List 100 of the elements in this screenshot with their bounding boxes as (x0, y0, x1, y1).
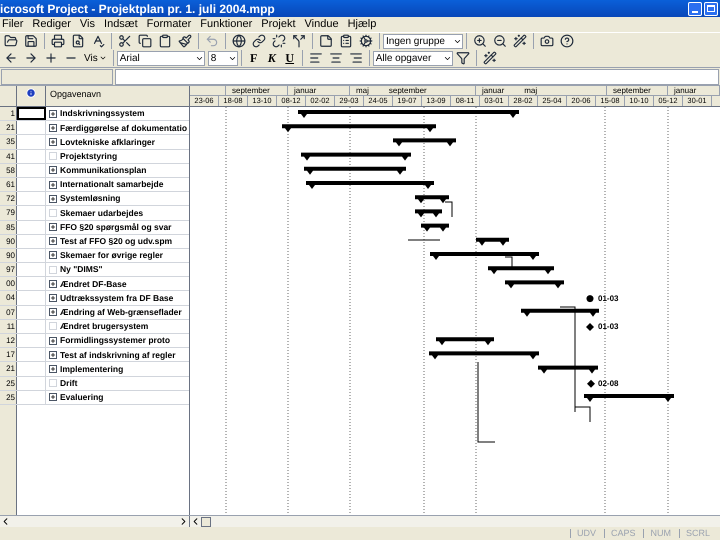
info-icon (26, 88, 36, 98)
task-name: Kommunikationsplan (60, 166, 146, 175)
link-line (504, 256, 512, 268)
timescale-label: maj (356, 86, 369, 95)
status-indicator: SCRL (678, 529, 716, 538)
timescale-label: januar (482, 86, 504, 95)
menu-item[interactable]: Filer (2, 19, 24, 30)
row-number[interactable]: 85 (0, 220, 17, 234)
summary-bar (538, 366, 598, 374)
summary-bar (505, 280, 564, 288)
font-dropdown[interactable]: Arial (116, 50, 205, 66)
minimize-button[interactable] (688, 2, 702, 16)
expand-icon[interactable] (49, 336, 57, 345)
status-indicator: CAPS (604, 529, 642, 538)
timescale-label: september (232, 86, 270, 95)
row-number[interactable]: 90 (0, 234, 17, 248)
expand-icon[interactable] (49, 308, 57, 316)
milestone-diamond (586, 323, 594, 331)
row-number[interactable]: 21 (0, 362, 17, 376)
task-name: Skemaer for øvrige regler (60, 251, 163, 260)
row-number[interactable]: 17 (0, 348, 17, 362)
cell-name-box[interactable] (1, 68, 113, 84)
row-number[interactable]: 72 (0, 192, 17, 206)
timescale-label: maj (524, 86, 538, 95)
row-number[interactable]: 25 (0, 376, 17, 390)
menu-item[interactable]: Vindue (304, 19, 339, 30)
task-name: Færdiggørelse af dokumentatio (60, 124, 188, 132)
row-number[interactable]: 97 (0, 263, 17, 276)
expand-icon[interactable] (49, 110, 57, 118)
expand-icon[interactable] (49, 350, 57, 359)
font-size-dropdown[interactable]: 8 (208, 50, 238, 66)
row-number[interactable]: 58 (0, 164, 17, 177)
row-number[interactable]: 12 (0, 334, 17, 348)
caret-icon (98, 54, 107, 62)
summary-bar (415, 195, 449, 204)
menu-item[interactable]: Rediger (32, 19, 71, 30)
row-number[interactable]: 07 (0, 306, 17, 319)
show-menu-button[interactable]: Vis (81, 50, 110, 66)
milestone-date: 01-03 (598, 323, 618, 331)
task-name: Udtrækssystem fra DF Base (60, 294, 174, 302)
menu-item[interactable]: Funktioner (200, 19, 252, 30)
indicator-cell[interactable] (17, 107, 46, 120)
menu-item[interactable]: Formater (146, 19, 192, 30)
timescale-label: januar (674, 86, 696, 95)
task-name: Indskrivningssystem (60, 109, 145, 118)
task-name: Test af indskrivning af regler (60, 350, 176, 360)
maximize-button[interactable] (704, 2, 718, 16)
bold-button[interactable]: F (244, 49, 263, 67)
summary-bar (488, 266, 554, 274)
menu-item[interactable]: Vis (80, 19, 96, 30)
timescale-label: september (613, 86, 651, 95)
expand-icon[interactable] (49, 294, 57, 302)
underline-button[interactable]: U (280, 49, 299, 67)
expand-icon[interactable] (49, 364, 57, 373)
summary-bar (393, 138, 456, 146)
milestone-date: 01-03 (598, 294, 618, 303)
status-indicator: UDV (570, 529, 602, 538)
row-number[interactable]: 90 (0, 248, 17, 262)
menu-item[interactable]: Hjælp (348, 19, 376, 30)
italic-button[interactable]: K (262, 49, 281, 67)
expand-icon[interactable] (49, 180, 57, 189)
summary-bar (476, 238, 509, 246)
row-number[interactable]: 79 (0, 206, 17, 220)
menu-item[interactable]: Projekt (261, 19, 296, 30)
row-number[interactable]: 11 (0, 320, 17, 333)
expand-icon[interactable] (49, 166, 57, 174)
task-name: Test af FFO §20 og udv.spm (60, 237, 172, 246)
milestone-circle (586, 295, 594, 302)
milestone-date: 02-08 (598, 380, 618, 388)
expand-icon[interactable] (49, 251, 57, 260)
task-name: Projektstyring (60, 152, 118, 160)
window-title: icrosoft Project - Projektplan pr. 1. juli 2004.mpp (0, 2, 275, 14)
row-number[interactable]: 41 (0, 150, 17, 163)
expand-icon[interactable] (49, 280, 57, 288)
task-name: Internationalt samarbejde (60, 180, 164, 189)
row-number[interactable]: 00 (0, 277, 17, 290)
task-name: Evaluering (60, 393, 104, 402)
expand-icon[interactable] (49, 194, 57, 203)
row-number[interactable]: 21 (0, 121, 17, 134)
row-number[interactable]: 25 (0, 390, 17, 404)
task-name: Ændring af Web-grænseflader (60, 308, 182, 316)
menu-item[interactable]: Indsæt (104, 19, 138, 30)
milestone-diamond (587, 380, 595, 388)
expand-icon[interactable] (49, 393, 57, 402)
row-number[interactable]: 61 (0, 178, 17, 192)
row-number[interactable]: 1 (0, 107, 17, 120)
expand-icon[interactable] (49, 138, 57, 146)
expand-icon[interactable] (49, 223, 57, 232)
timescale-label: januar (294, 86, 316, 95)
expand-icon[interactable] (49, 124, 57, 132)
row-number[interactable]: 04 (0, 291, 17, 305)
row-number[interactable]: 35 (0, 135, 17, 149)
entry-field[interactable] (115, 68, 719, 84)
expand-icon[interactable] (49, 237, 57, 246)
scroll-thumb[interactable] (201, 516, 211, 526)
group-dropdown[interactable]: Ingen gruppe (383, 34, 463, 48)
filter-dropdown[interactable]: Alle opgaver (372, 50, 453, 66)
task-name: FFO §20 spørgsmål og svar (60, 222, 172, 232)
link-line (444, 202, 452, 218)
task-name: Ny "DIMS" (60, 265, 103, 274)
